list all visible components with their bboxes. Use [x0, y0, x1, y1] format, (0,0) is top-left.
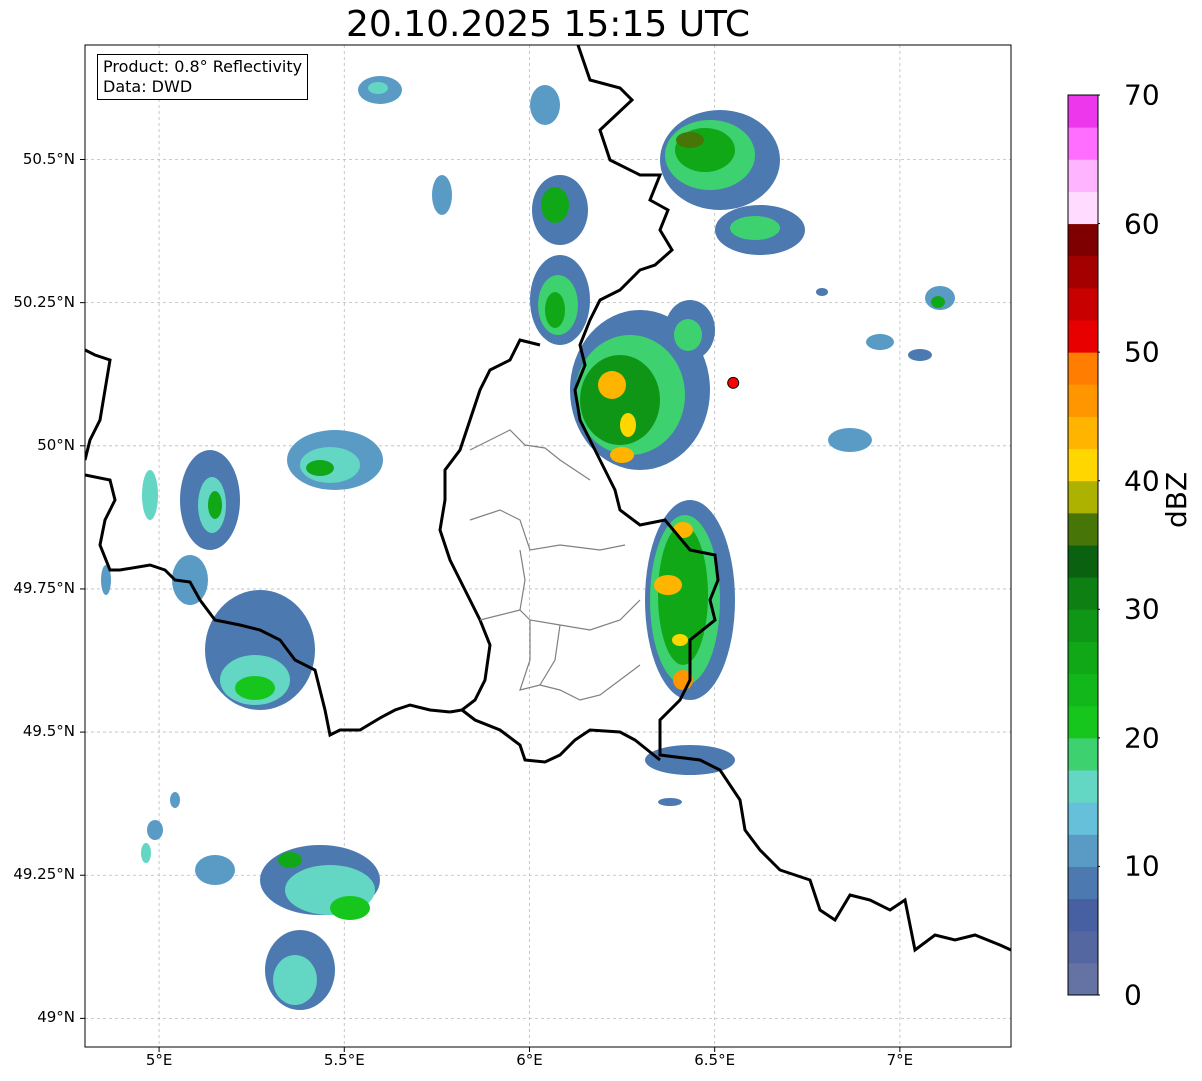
colorbar-segment	[1068, 480, 1098, 514]
colorbar-segment	[1068, 255, 1098, 289]
colorbar-tick-label: 50	[1124, 335, 1160, 369]
x-tick-label: 6°E	[516, 1051, 543, 1069]
y-tick-label: 49.25°N	[13, 865, 75, 884]
x-tick-label: 7°E	[886, 1051, 914, 1069]
colorbar-segment	[1068, 737, 1098, 771]
colorbar-segment	[1068, 834, 1098, 867]
colorbar-segment	[1068, 127, 1098, 160]
y-tick-label: 49.75°N	[13, 578, 75, 597]
colorbar-segment	[1068, 866, 1098, 900]
colorbar-segment	[1068, 770, 1098, 803]
colorbar-label: dBZ	[1160, 471, 1193, 528]
product-info-box: Product: 0.8° Reflectivity Data: DWD	[97, 54, 309, 100]
colorbar-tick-label: 20	[1124, 721, 1160, 755]
colorbar-segment	[1068, 673, 1098, 707]
y-tick-label: 50.5°N	[22, 149, 75, 168]
x-tick-label: 6.5°E	[694, 1051, 736, 1069]
colorbar-segment	[1068, 577, 1098, 610]
radar-map	[80, 44, 1012, 1052]
colorbar-segment	[1068, 802, 1098, 835]
colorbar	[1067, 94, 1100, 996]
x-tick-label: 5°E	[145, 1051, 173, 1069]
colorbar-segment	[1068, 223, 1098, 257]
product-label: Product: 0.8° Reflectivity	[103, 57, 303, 76]
colorbar-segment	[1068, 95, 1098, 128]
colorbar-tick-label: 10	[1124, 849, 1160, 883]
y-tick-label: 50°N	[37, 435, 75, 454]
colorbar-segment	[1068, 898, 1098, 932]
colorbar-segment	[1068, 545, 1098, 578]
colorbar-segment	[1068, 448, 1098, 482]
colorbar-tick-label: 70	[1124, 78, 1160, 112]
x-tick-label: 5.5°E	[323, 1051, 365, 1069]
colorbar-segment	[1068, 705, 1098, 739]
colorbar-segment	[1068, 962, 1098, 996]
y-tick-label: 50.25°N	[13, 292, 75, 311]
colorbar-segment	[1068, 930, 1098, 964]
y-tick-label: 49.5°N	[22, 722, 75, 741]
colorbar-tick-label: 30	[1124, 592, 1160, 626]
colorbar-segment	[1068, 641, 1098, 675]
colorbar-segment	[1068, 609, 1098, 642]
data-source-label: Data: DWD	[103, 77, 193, 96]
colorbar-tick-label: 0	[1124, 978, 1142, 1012]
radar-site-marker	[727, 376, 740, 389]
colorbar-tick-label: 60	[1124, 207, 1160, 241]
colorbar-segment	[1068, 384, 1098, 417]
colorbar-segment	[1068, 352, 1098, 385]
colorbar-segment	[1068, 320, 1098, 353]
colorbar-segment	[1068, 416, 1098, 450]
colorbar-segment	[1068, 191, 1098, 225]
colorbar-segment	[1068, 512, 1098, 546]
y-tick-label: 49°N	[37, 1008, 75, 1027]
colorbar-segment	[1068, 159, 1098, 192]
colorbar-segment	[1068, 287, 1098, 321]
colorbar-tick-label: 40	[1124, 464, 1160, 498]
